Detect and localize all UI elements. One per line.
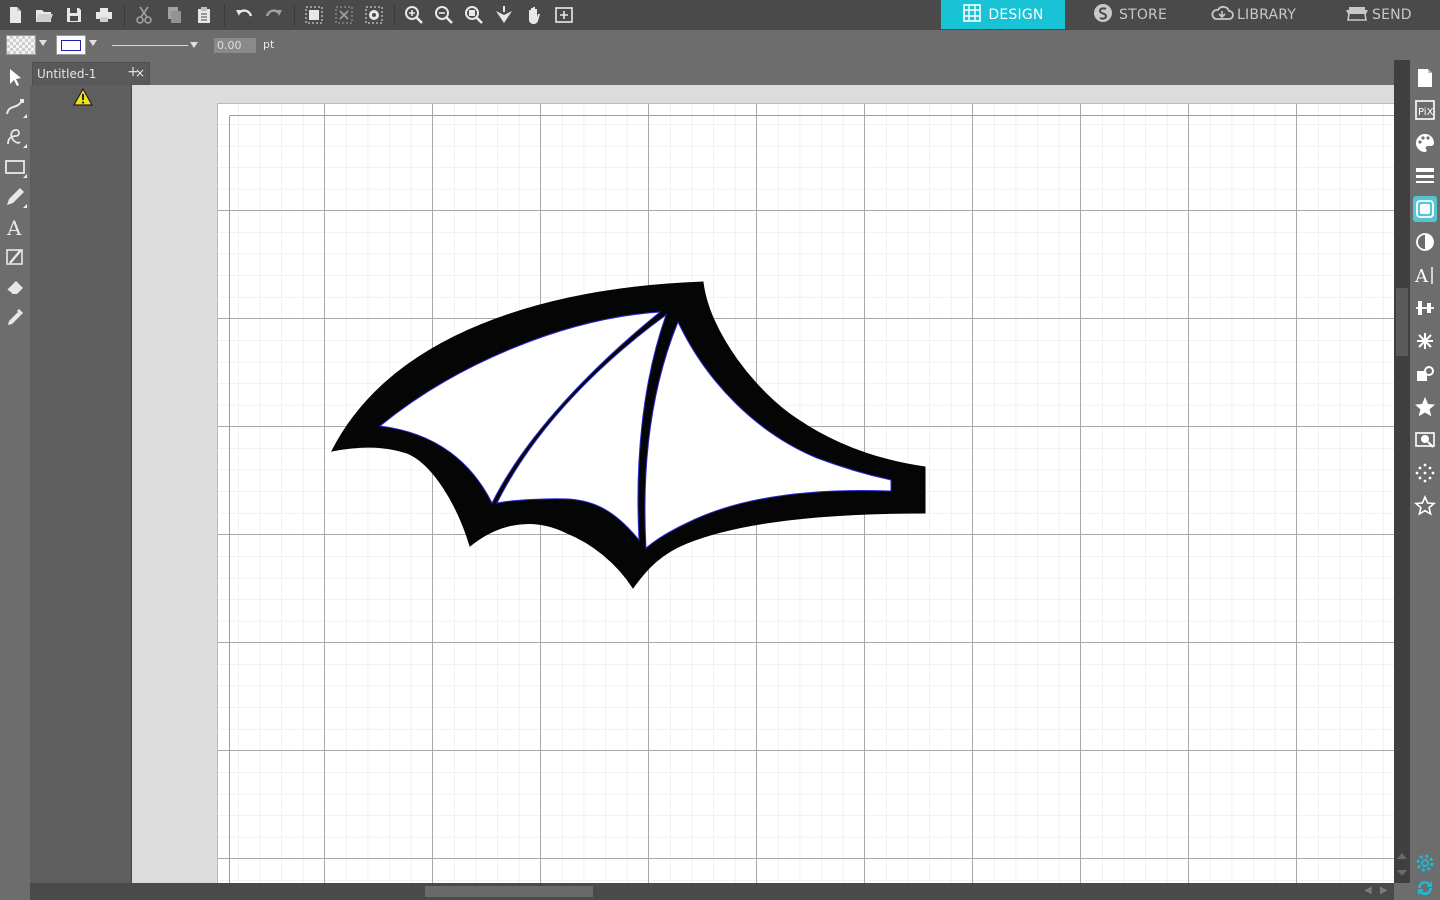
rectangle-icon[interactable]: [3, 154, 27, 180]
align-icon[interactable]: [1413, 295, 1437, 321]
text-style-icon[interactable]: A: [1413, 262, 1437, 288]
line-weight-input[interactable]: 0.00: [214, 38, 256, 53]
fill-color-dropdown-icon[interactable]: [39, 40, 47, 46]
rhinestone-icon[interactable]: [1413, 493, 1437, 519]
tab-send[interactable]: SEND: [1344, 0, 1412, 29]
paste-icon[interactable]: [192, 3, 216, 27]
warning-icon[interactable]: [73, 88, 93, 106]
line-color-dropdown-icon[interactable]: [89, 40, 97, 46]
tab-store-label: STORE: [1119, 6, 1168, 23]
tab-design-label: DESIGN: [988, 6, 1044, 23]
edit-points-icon[interactable]: [3, 94, 27, 120]
s-logo-icon: [1093, 3, 1113, 27]
page-setup-icon[interactable]: [1413, 65, 1437, 91]
scroll-right-icon[interactable]: ▶: [1380, 885, 1388, 896]
replicate-icon[interactable]: [1413, 328, 1437, 354]
top-toolbar: DESIGN STORE LIBRARY SEND: [0, 0, 1440, 30]
silhouette-studio-window: DESIGN STORE LIBRARY SEND 0.00 pt A Unti…: [0, 0, 1440, 900]
tab-send-label: SEND: [1372, 6, 1412, 23]
fill-color-swatch[interactable]: [6, 35, 36, 55]
knife-icon[interactable]: [3, 244, 27, 270]
tab-store[interactable]: STORE: [1093, 0, 1167, 29]
cut-icon[interactable]: [132, 3, 156, 27]
text-icon[interactable]: A: [3, 214, 27, 240]
save-icon[interactable]: [62, 3, 86, 27]
scroll-up-icon[interactable]: [1397, 853, 1407, 859]
toolbar-separator: [124, 4, 125, 26]
eraser-icon[interactable]: [3, 274, 27, 300]
line-weight-unit: pt: [263, 38, 275, 51]
move-down-icon[interactable]: [492, 3, 516, 27]
undo-icon[interactable]: [232, 3, 256, 27]
submenu-indicator: [23, 174, 27, 178]
zoom-in-icon[interactable]: [402, 3, 426, 27]
copy-icon[interactable]: [162, 3, 186, 27]
tab-library[interactable]: LIBRARY: [1209, 0, 1296, 29]
redo-icon[interactable]: [262, 3, 286, 27]
horizontal-scroll-thumb[interactable]: [425, 886, 593, 897]
document-tab-strip: Untitled-1 × +: [30, 60, 1394, 85]
line-style-dropdown-icon[interactable]: [190, 42, 198, 48]
scroll-down-icon[interactable]: [1397, 870, 1407, 876]
add-tab-button[interactable]: +: [123, 63, 143, 81]
modify-icon[interactable]: [1413, 361, 1437, 387]
eyedropper-icon[interactable]: [3, 304, 27, 330]
svg-text:A: A: [6, 216, 22, 238]
line-color-swatch[interactable]: [56, 35, 86, 55]
cutting-mat-page: [217, 103, 1394, 883]
cloud-download-icon: [1209, 3, 1235, 27]
properties-bar: 0.00 pt: [0, 30, 1440, 60]
print-icon[interactable]: [92, 3, 116, 27]
design-canvas[interactable]: [132, 85, 1394, 883]
svg-text:A: A: [1414, 266, 1429, 286]
submenu-indicator: [23, 144, 27, 148]
submenu-indicator: [23, 114, 27, 118]
zoom-out-icon[interactable]: [432, 3, 456, 27]
fit-to-page-icon[interactable]: [552, 3, 576, 27]
vertical-scroll-thumb[interactable]: [1396, 288, 1408, 356]
vertical-scrollbar[interactable]: [1394, 60, 1410, 883]
offset-icon[interactable]: [1413, 460, 1437, 486]
document-side-panel: [30, 85, 132, 883]
pencil-icon[interactable]: [3, 184, 27, 210]
toolbar-separator: [224, 4, 225, 26]
line-style-select[interactable]: [106, 37, 202, 53]
new-document-icon[interactable]: [3, 3, 27, 27]
submenu-indicator: [23, 204, 27, 208]
hand-pan-icon[interactable]: [522, 3, 546, 27]
line-color-preview: [61, 39, 81, 51]
fill-color-icon[interactable]: [1413, 130, 1437, 156]
document-tab-title: Untitled-1: [37, 67, 97, 81]
toolbar-separator: [394, 4, 395, 26]
right-panel-toolbar: PiX A: [1410, 60, 1440, 900]
group-icon[interactable]: [302, 3, 326, 27]
scroll-left-icon[interactable]: ◀: [1364, 885, 1372, 896]
star-icon[interactable]: [1413, 394, 1437, 420]
pixscan-icon[interactable]: PiX: [1413, 97, 1437, 123]
horizontal-scrollbar[interactable]: [30, 883, 1394, 900]
zoom-fit-icon[interactable]: [462, 3, 486, 27]
line-style-preview: [112, 45, 188, 46]
line-style-icon[interactable]: [1413, 163, 1437, 189]
svg-text:PiX: PiX: [1418, 107, 1434, 118]
trace-icon[interactable]: [1413, 427, 1437, 453]
cut-settings-icon[interactable]: [1413, 196, 1437, 222]
cutter-icon: [1344, 3, 1370, 27]
tab-library-label: LIBRARY: [1237, 6, 1297, 23]
bat-wing-shape[interactable]: [217, 103, 1394, 883]
compound-path-icon[interactable]: [362, 3, 386, 27]
left-toolbar: A: [0, 60, 30, 900]
toolbar-separator: [294, 4, 295, 26]
sync-icon[interactable]: [1413, 875, 1437, 900]
gear-icon[interactable]: [1413, 850, 1437, 876]
transparency-icon[interactable]: [1413, 229, 1437, 255]
grid-icon: [962, 3, 982, 27]
draw-bezier-icon[interactable]: [3, 124, 27, 150]
tab-design[interactable]: DESIGN: [941, 0, 1065, 29]
ungroup-icon[interactable]: [332, 3, 356, 27]
select-arrow-icon[interactable]: [3, 64, 27, 90]
open-folder-icon[interactable]: [32, 3, 56, 27]
